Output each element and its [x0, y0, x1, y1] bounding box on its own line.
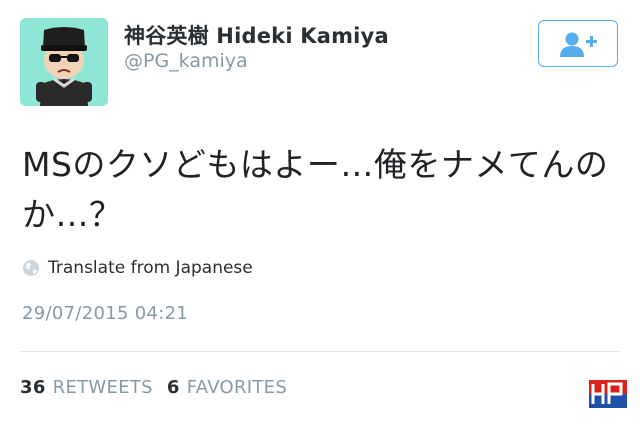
- follow-button[interactable]: [538, 20, 618, 67]
- favorites-label: FAVORITES: [186, 377, 288, 398]
- favorites-stat[interactable]: 6 FAVORITES: [167, 377, 287, 398]
- logo-icon: [589, 380, 627, 408]
- tweet-timestamp[interactable]: 29/07/2015 04:21: [22, 303, 188, 324]
- author-avatar[interactable]: [20, 18, 108, 106]
- retweets-count: 36: [20, 377, 46, 398]
- site-logo-watermark: [589, 380, 627, 408]
- author-handle[interactable]: @PG_kamiya: [124, 50, 248, 72]
- translate-row[interactable]: Translate from Japanese: [22, 258, 253, 278]
- author-display-name[interactable]: 神谷英樹 Hideki Kamiya: [124, 20, 389, 50]
- add-user-icon: [560, 32, 597, 57]
- favorites-count: 6: [166, 377, 180, 398]
- stats-divider: [20, 351, 620, 352]
- retweets-stat[interactable]: 36 RETWEETS: [20, 377, 153, 398]
- globe-icon: [23, 260, 39, 276]
- cartoon-avatar-icon: [20, 18, 108, 106]
- retweets-label: RETWEETS: [52, 377, 153, 398]
- tweet-stats: 36 RETWEETS 6 FAVORITES: [20, 377, 301, 398]
- translate-link[interactable]: Translate from Japanese: [48, 258, 253, 278]
- tweet-text: MSのクソどもはよー…俺をナメてんのか…？: [22, 145, 609, 234]
